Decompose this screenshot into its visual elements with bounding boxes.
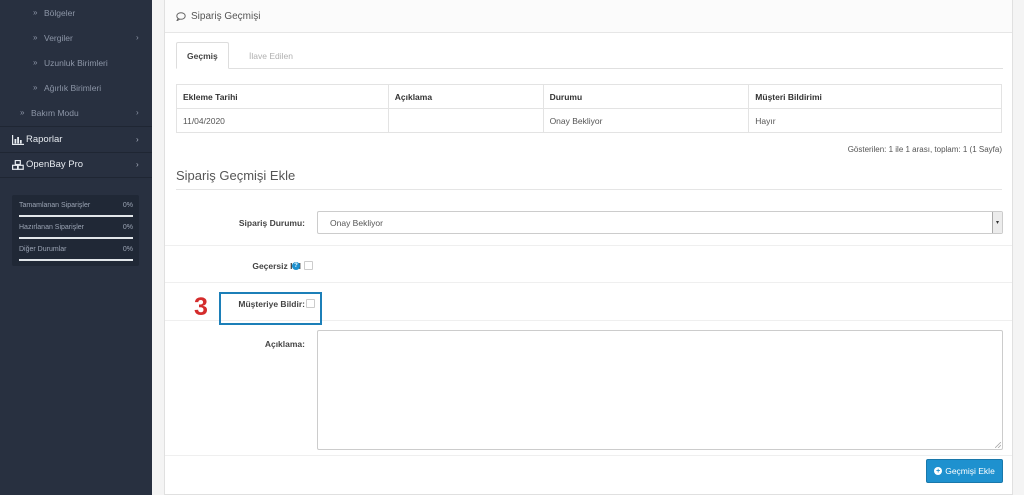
stat-progress-bar [19, 259, 133, 261]
table-cell [387, 108, 544, 133]
comment-label: Açıklama: [264, 339, 305, 349]
stat-value: 0% [122, 224, 133, 231]
sidebar-item-label: OpenBay Pro [26, 159, 84, 170]
sidebar-item-bakim-modu[interactable]: » Bakım Modu › [0, 100, 152, 125]
select-arrow-icon: ▾ [992, 212, 1002, 233]
tab-gecmis[interactable]: Geçmiş [176, 42, 229, 69]
chevron-right-icon: › [136, 33, 139, 42]
stat-progress-bar [19, 237, 133, 239]
column-header: Açıklama [387, 84, 544, 109]
annotation-step-number: 3 [194, 293, 208, 321]
sidebar-item-bolgeler[interactable]: » Bölgeler [0, 0, 152, 25]
table-cell: 11/04/2020 [176, 108, 389, 133]
chevron-right-icon: › [136, 108, 139, 117]
sidebar-item-label: Vergiler [44, 32, 73, 43]
section-title: Sipariş Geçmişi Ekle [176, 168, 296, 183]
stat-completed: Tamamlanan Siparişler 0% [19, 202, 133, 217]
sidebar-divider [0, 177, 152, 178]
stat-other: Diğer Durumlar 0% [19, 246, 133, 261]
sidebar-item-uzunluk-birimleri[interactable]: » Uzunluk Birimleri [0, 50, 152, 75]
order-status-label: Sipariş Durumu: [238, 218, 305, 228]
chevron-right-icon: › [136, 135, 139, 144]
bar-chart-icon [12, 134, 24, 145]
stat-label: Diğer Durumlar [19, 246, 67, 253]
override-checkbox[interactable] [304, 261, 313, 270]
raquo-icon: » [33, 8, 38, 17]
chevron-right-icon: › [136, 160, 139, 169]
section-divider [176, 189, 1002, 190]
sidebar: » Bölgeler » Vergiler › » Uzunluk Biriml… [0, 0, 152, 495]
sidebar-item-vergiler[interactable]: » Vergiler › [0, 25, 152, 50]
history-tabs: Geçmiş İlave Edilen [176, 42, 1003, 69]
help-icon[interactable]: ? [292, 262, 300, 270]
stat-value: 0% [122, 202, 133, 209]
table-cell: Hayır [748, 108, 1002, 133]
override-label: Geçersiz Kıl [252, 261, 301, 271]
form-row-divider [165, 282, 1012, 283]
order-status-select[interactable]: Onay Bekliyor ▾ [317, 211, 1003, 234]
order-status-value: Onay Bekliyor [330, 217, 383, 228]
comment-textarea[interactable] [317, 330, 1003, 450]
stat-progress-bar [19, 215, 133, 217]
sidebar-item-label: Bakım Modu [31, 107, 79, 118]
sidebar-item-agirlik-birimleri[interactable]: » Ağırlık Birimleri [0, 75, 152, 100]
form-row-divider [165, 455, 1012, 456]
add-history-button[interactable]: + Geçmişi Ekle [926, 459, 1003, 483]
panel-title: Sipariş Geçmişi [191, 11, 261, 22]
table-header-row: Ekleme Tarihi Açıklama Durumu Müşteri Bi… [176, 84, 1002, 109]
cubes-icon [12, 159, 24, 170]
pagination-info: Gösterilen: 1 ile 1 arası, toplam: 1 (1 … [847, 145, 1002, 154]
sidebar-item-label: Bölgeler [44, 7, 76, 18]
stat-processing: Hazırlanan Siparişler 0% [19, 224, 133, 239]
sidebar-item-raporlar[interactable]: Raporlar › [0, 127, 152, 152]
comment-icon [176, 12, 186, 21]
order-history-panel: Sipariş Geçmişi Geçmiş İlave Edilen Ekle… [164, 0, 1013, 495]
stat-label: Tamamlanan Siparişler [19, 202, 91, 209]
stat-value: 0% [122, 246, 133, 253]
table-row: 11/04/2020 Onay Bekliyor Hayır [176, 108, 1002, 133]
form-row-divider [165, 245, 1012, 246]
raquo-icon: » [20, 108, 25, 117]
sidebar-item-label: Uzunluk Birimleri [44, 57, 108, 68]
raquo-icon: » [33, 33, 38, 42]
sidebar-item-label: Raporlar [26, 134, 63, 145]
table-cell: Onay Bekliyor [542, 108, 750, 133]
stat-label: Hazırlanan Siparişler [19, 224, 84, 231]
raquo-icon: » [33, 58, 38, 67]
column-header: Müşteri Bildirimi [748, 84, 1002, 109]
sidebar-item-label: Ağırlık Birimleri [44, 82, 102, 93]
resize-grip-icon[interactable] [995, 442, 1001, 448]
raquo-icon: » [33, 83, 38, 92]
column-header: Durumu [542, 84, 750, 109]
plus-circle-icon: + [934, 467, 943, 475]
tab-ilave-edilen[interactable]: İlave Edilen [239, 42, 303, 69]
annotation-highlight-box [219, 292, 322, 325]
history-table: Ekleme Tarihi Açıklama Durumu Müşteri Bi… [176, 84, 1002, 133]
add-history-label: Geçmişi Ekle [945, 466, 995, 476]
panel-heading: Sipariş Geçmişi [165, 0, 1012, 33]
order-stats-box: Tamamlanan Siparişler 0% Hazırlanan Sipa… [12, 195, 139, 266]
column-header: Ekleme Tarihi [176, 84, 389, 109]
sidebar-item-openbay-pro[interactable]: OpenBay Pro › [0, 152, 152, 177]
